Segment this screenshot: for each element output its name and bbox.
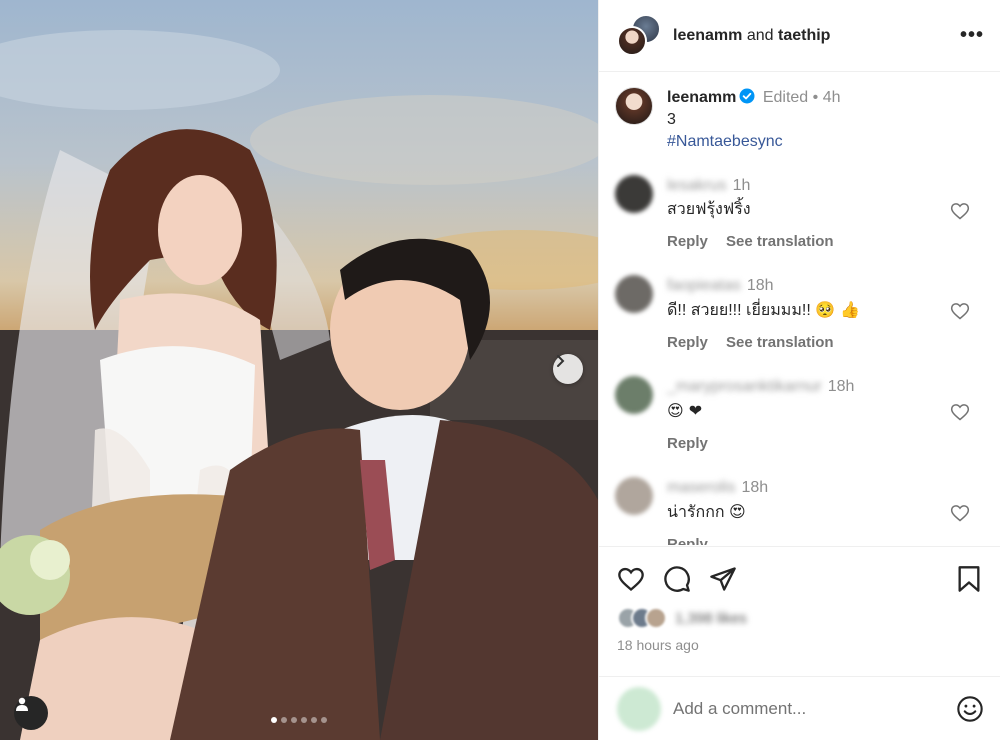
see-translation-button[interactable]: See translation: [726, 334, 834, 351]
emoji-picker-icon[interactable]: [956, 695, 984, 723]
carousel-dot: [281, 717, 287, 723]
comment-username[interactable]: faopieatas: [667, 277, 741, 294]
chevron-right-icon: [557, 355, 565, 367]
carousel-dot: [321, 717, 327, 723]
post-header: leenamm and taethip •••: [599, 0, 1000, 72]
likes-count[interactable]: 1,398 likes: [675, 610, 747, 627]
comment-username[interactable]: maserolis: [667, 479, 735, 496]
carousel-dot: [271, 717, 277, 723]
caption-time[interactable]: 4h: [823, 89, 841, 106]
avatar[interactable]: [615, 87, 653, 125]
share-paper-plane-icon[interactable]: [709, 565, 737, 593]
comment-username[interactable]: lesakrus: [667, 177, 727, 194]
separator: •: [812, 89, 819, 106]
comment-item: maserolis 18h น่ารักกก 😍 Reply: [615, 477, 984, 545]
avatar: [617, 25, 647, 56]
comment-text: สวยฟรุ้งฟริ้ง: [667, 201, 751, 218]
hashtag-link[interactable]: #Namtaebesync: [667, 131, 841, 153]
save-bookmark-icon[interactable]: [956, 565, 982, 593]
post-caption: leenamm Edited • 4h 3 #Namtaebesync: [615, 73, 984, 153]
collab-avatars[interactable]: [617, 13, 663, 58]
avatar[interactable]: [615, 275, 653, 313]
add-comment-bar: [599, 676, 1000, 740]
post-media[interactable]: [0, 0, 598, 740]
comment-time: 18h: [741, 479, 769, 496]
comment-item: faopieatas 18h ดี!! สวยย!!! เยี่ยมมม!! 🥺 …: [615, 275, 984, 354]
comment-time: 18h: [746, 277, 774, 294]
verified-badge-icon: [739, 88, 755, 104]
collab-title: leenamm and taethip: [673, 27, 960, 45]
next-slide-button[interactable]: [553, 354, 583, 384]
likes-summary[interactable]: 1,398 likes: [617, 603, 982, 633]
carousel-dot: [311, 717, 317, 723]
comment-input[interactable]: [673, 698, 956, 719]
carousel-dot: [291, 717, 297, 723]
like-comment-heart-icon[interactable]: [950, 503, 970, 523]
comment-time: 18h: [827, 378, 855, 395]
comment-bubble-icon[interactable]: [663, 565, 691, 593]
wedding-photo: [0, 30, 598, 740]
carousel-indicators: [0, 717, 598, 723]
comment-emojis: 😍: [729, 502, 746, 521]
like-comment-heart-icon[interactable]: [950, 402, 970, 422]
reply-button[interactable]: Reply: [667, 536, 708, 545]
avatar[interactable]: [615, 175, 653, 213]
comment-text: ดี!! สวยย!!! เยี่ยมมม!!: [667, 302, 811, 319]
comment-emojis: 🥺 👍: [815, 300, 861, 319]
post-timestamp: 18 hours ago: [617, 637, 699, 653]
carousel-dot: [301, 717, 307, 723]
like-heart-icon[interactable]: [617, 565, 645, 593]
like-comment-heart-icon[interactable]: [950, 201, 970, 221]
reply-button[interactable]: Reply: [667, 233, 708, 250]
post-actions-bar: [617, 547, 982, 611]
avatar: [617, 686, 661, 731]
reply-button[interactable]: Reply: [667, 435, 708, 452]
comment-item: _maryprosanktikarnur 18h 😍 ❤ Reply: [615, 376, 984, 455]
user-icon: [16, 697, 28, 711]
post-side-panel: leenamm and taethip ••• leenamm Edited •…: [598, 0, 1000, 740]
comment-username[interactable]: _maryprosanktikarnur: [667, 378, 822, 395]
avatar[interactable]: [615, 376, 653, 414]
collab-joiner: and: [746, 26, 774, 44]
avatar: [645, 607, 667, 629]
comment-text: น่ารักกก: [667, 504, 725, 521]
comment-time: 1h: [732, 177, 751, 194]
comment-emojis: 😍 ❤: [667, 401, 703, 420]
comments-list[interactable]: leenamm Edited • 4h 3 #Namtaebesync lesa…: [599, 73, 1000, 545]
more-options-button[interactable]: •••: [960, 24, 984, 47]
avatar[interactable]: [615, 477, 653, 515]
like-comment-heart-icon[interactable]: [950, 301, 970, 321]
username-link[interactable]: taethip: [778, 27, 830, 44]
caption-text: 3: [667, 111, 676, 128]
reply-button[interactable]: Reply: [667, 334, 708, 351]
comment-item: lesakrus 1h สวยฟรุ้งฟริ้ง Reply See trans…: [615, 175, 984, 253]
post-footer: 1,398 likes 18 hours ago: [599, 546, 1000, 653]
username-link[interactable]: leenamm: [673, 27, 742, 44]
tagged-users-button[interactable]: [14, 696, 48, 730]
edited-label: Edited: [762, 89, 809, 106]
see-translation-button[interactable]: See translation: [726, 233, 834, 250]
caption-username[interactable]: leenamm: [667, 89, 736, 106]
